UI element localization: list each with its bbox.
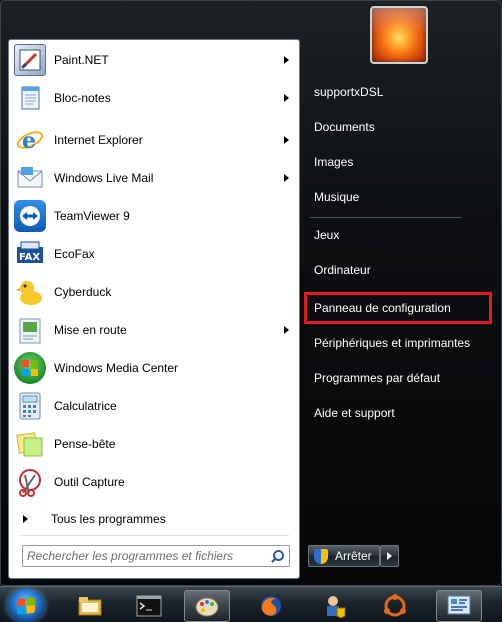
- submenu-arrow-icon[interactable]: [284, 326, 289, 334]
- program-label: Calculatrice: [54, 399, 117, 413]
- divider: [21, 535, 289, 536]
- ubuntu-one-icon: [384, 594, 406, 617]
- highlight-box: [304, 292, 492, 324]
- program-label: TeamViewer 9: [54, 209, 130, 223]
- right-item-images[interactable]: Images: [306, 149, 492, 175]
- right-item-computer[interactable]: Ordinateur: [306, 257, 492, 283]
- program-label: Bloc-notes: [54, 91, 111, 105]
- right-item-music[interactable]: Musique: [306, 184, 492, 210]
- sticky-notes-icon: [14, 428, 46, 460]
- windows-logo-icon: [17, 597, 35, 615]
- shield-icon: [314, 548, 328, 564]
- taskbar-control-panel[interactable]: [436, 590, 482, 622]
- right-item-user-folder[interactable]: supportxDSL: [306, 79, 492, 105]
- control-panel-icon: [447, 595, 471, 615]
- program-item-windows-live-mail[interactable]: Windows Live Mail: [13, 160, 297, 196]
- getting-started-icon: [14, 314, 46, 346]
- shutdown-button[interactable]: Arrêter: [308, 545, 380, 567]
- start-menu: Paint.NET Bloc-notes e Internet Explorer: [0, 0, 502, 586]
- notepad-icon: [14, 82, 46, 114]
- right-item-label: supportxDSL: [314, 85, 384, 99]
- right-item-games[interactable]: Jeux: [306, 222, 492, 248]
- expand-arrow-icon: [23, 515, 28, 523]
- submenu-arrow-icon[interactable]: [284, 56, 289, 64]
- right-item-devices-printers[interactable]: Périphériques et imprimantes: [306, 330, 492, 356]
- program-item-calculator[interactable]: Calculatrice: [13, 388, 297, 424]
- paint-palette-icon: [195, 597, 219, 617]
- admin-tools-icon: [327, 596, 346, 618]
- right-item-label: Ordinateur: [314, 263, 371, 277]
- file-explorer-icon: [78, 597, 102, 616]
- search-input[interactable]: [27, 547, 269, 565]
- program-item-ecofax[interactable]: FAX EcoFax: [13, 236, 297, 272]
- right-item-default-programs[interactable]: Programmes par défaut: [306, 365, 492, 391]
- start-button[interactable]: [7, 589, 45, 622]
- paintnet-icon: [14, 44, 46, 76]
- all-programs-button[interactable]: Tous les programmes: [21, 509, 291, 529]
- snipping-tool-icon: [14, 466, 46, 498]
- media-center-icon: [14, 352, 46, 384]
- program-label: Windows Media Center: [54, 361, 179, 375]
- taskbar-firefox[interactable]: [248, 590, 294, 622]
- submenu-arrow-icon[interactable]: [284, 94, 289, 102]
- right-item-documents[interactable]: Documents: [306, 114, 492, 140]
- program-label: Cyberduck: [54, 285, 112, 299]
- right-item-label: Musique: [314, 190, 360, 204]
- internet-explorer-icon: e: [14, 124, 46, 156]
- taskbar-paint[interactable]: [184, 590, 230, 622]
- right-item-label: Aide et support: [314, 406, 395, 420]
- right-item-label: Programmes par défaut: [314, 371, 441, 385]
- search-icon[interactable]: [269, 548, 285, 564]
- taskbar-admin-tools[interactable]: [311, 590, 357, 622]
- program-label: Paint.NET: [54, 53, 109, 67]
- firefox-icon: [261, 596, 281, 616]
- program-label: Windows Live Mail: [54, 171, 154, 185]
- right-item-label: Images: [314, 155, 354, 169]
- cyberduck-icon: [14, 276, 46, 308]
- right-item-label: Jeux: [314, 228, 340, 242]
- command-prompt-icon: [136, 595, 162, 617]
- divider: [310, 217, 462, 218]
- right-item-label: Périphériques et imprimantes: [314, 336, 471, 350]
- program-item-getting-started[interactable]: Mise en route: [13, 312, 297, 348]
- program-item-sticky-notes[interactable]: Pense-bête: [13, 426, 297, 462]
- program-label: EcoFax: [54, 247, 95, 261]
- shutdown-label: Arrêter: [335, 549, 372, 563]
- taskbar-command-prompt[interactable]: [126, 590, 172, 622]
- teamviewer-icon: [14, 200, 46, 232]
- taskbar-file-explorer[interactable]: [67, 590, 113, 622]
- calculator-icon: [14, 390, 46, 422]
- program-item-paintnet[interactable]: Paint.NET: [13, 42, 297, 78]
- submenu-arrow-icon[interactable]: [284, 174, 289, 182]
- user-avatar[interactable]: [370, 6, 428, 64]
- all-programs-label: Tous les programmes: [51, 512, 166, 526]
- chevron-right-icon: [387, 552, 392, 560]
- program-label: Outil Capture: [54, 475, 125, 489]
- program-item-snipping-tool[interactable]: Outil Capture: [13, 464, 297, 500]
- program-item-notepad[interactable]: Bloc-notes: [13, 80, 297, 116]
- program-item-media-center[interactable]: Windows Media Center: [13, 350, 297, 386]
- program-label: Internet Explorer: [54, 133, 143, 147]
- program-item-teamviewer[interactable]: TeamViewer 9: [13, 198, 297, 234]
- submenu-arrow-icon[interactable]: [284, 136, 289, 144]
- program-label: Mise en route: [54, 323, 127, 337]
- windows-live-mail-icon: [14, 162, 46, 194]
- program-item-cyberduck[interactable]: Cyberduck: [13, 274, 297, 310]
- svg-text:FAX: FAX: [19, 252, 40, 263]
- programs-panel: Paint.NET Bloc-notes e Internet Explorer: [8, 39, 300, 579]
- svg-text:e: e: [22, 128, 36, 154]
- program-label: Pense-bête: [54, 437, 116, 451]
- ecofax-icon: FAX: [14, 238, 46, 270]
- search-box[interactable]: [22, 545, 290, 567]
- program-item-internet-explorer[interactable]: e Internet Explorer: [13, 122, 297, 158]
- right-item-help-support[interactable]: Aide et support: [306, 400, 492, 426]
- shutdown-options-button[interactable]: [380, 545, 399, 567]
- taskbar-ubuntu-one[interactable]: [372, 590, 418, 622]
- right-item-label: Documents: [314, 120, 375, 134]
